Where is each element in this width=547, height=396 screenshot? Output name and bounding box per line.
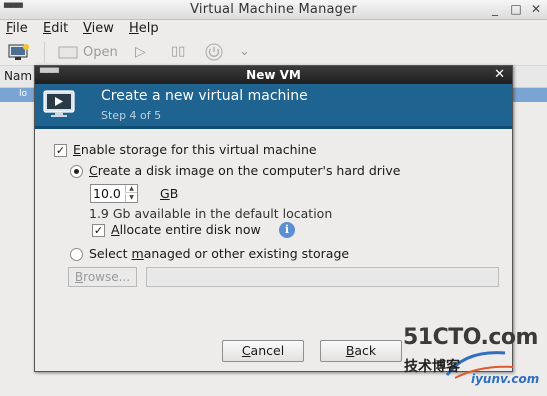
menubar: File Edit View Help [0,20,547,39]
available-space-text: 1.9 Gb available in the default location [89,206,333,221]
enable-storage-label[interactable]: Enable storage for this virtual machine [73,142,317,157]
watermark-subtitle: 技术博客 [404,359,460,375]
allocate-label[interactable]: Allocate entire disk now [111,222,261,237]
monitor-icon [43,90,75,117]
vm-row-label: lo [19,89,28,99]
disk-size-spinbox[interactable]: ▲ ▼ [90,184,138,203]
wizard-title: Create a new virtual machine [101,88,308,104]
toolbar-separator [44,42,45,63]
select-storage-label[interactable]: Select managed or other existing storage [89,246,349,261]
cancel-button[interactable]: Cancel [222,340,304,362]
disk-size-input[interactable] [93,185,125,202]
create-disk-label[interactable]: Create a disk image on the computer's ha… [89,163,400,178]
menu-view[interactable]: View [83,21,114,36]
open-icon[interactable] [58,46,78,63]
chevron-down-icon[interactable]: ⌄ [239,44,250,59]
back-button[interactable]: Back [320,340,402,362]
open-button-label[interactable]: Open [83,45,118,60]
browse-button[interactable]: Browse... [68,267,137,287]
menu-edit[interactable]: Edit [43,21,68,36]
watermark-logo: 51CTO.com [403,325,538,350]
spin-up-icon[interactable]: ▲ [125,185,137,193]
power-icon[interactable] [204,43,224,65]
close-icon[interactable]: ✕ [494,67,505,82]
minimize-icon[interactable]: _ [488,2,502,16]
dialog-titlebar[interactable]: ▀▀▀ New VM ✕ [35,66,512,84]
play-icon[interactable]: ▷ [135,44,146,60]
close-icon[interactable]: ✕ [529,2,543,16]
pause-icon[interactable]: ▯▯ [171,44,185,59]
spin-down-icon[interactable]: ▼ [125,194,137,202]
disk-size-unit: GB [160,186,179,201]
allocate-checkbox[interactable]: ✓ [92,224,105,237]
main-titlebar[interactable]: ▀▀▀ Virtual Machine Manager _ □ ✕ [0,0,547,20]
info-icon[interactable]: i [279,222,295,238]
wizard-step: Step 4 of 5 [101,109,162,122]
enable-storage-checkbox[interactable]: ✓ [54,144,67,157]
menu-file[interactable]: File [6,21,28,36]
dialog-title: New VM [246,68,301,82]
maximize-icon[interactable]: □ [509,2,523,16]
menu-help[interactable]: Help [129,21,159,36]
column-name-header[interactable]: Nam [4,69,32,83]
new-vm-icon[interactable] [8,43,30,65]
watermark-site: iyunv.com [471,372,540,386]
toolbar: Open ▷ ▯▯ ⌄ [0,40,547,66]
wizard-banner: Create a new virtual machine Step 4 of 5 [35,84,512,129]
main-window-title: Virtual Machine Manager [190,2,357,17]
select-storage-radio[interactable] [70,248,83,261]
storage-path-field[interactable] [146,267,499,287]
create-disk-radio[interactable] [70,165,83,178]
